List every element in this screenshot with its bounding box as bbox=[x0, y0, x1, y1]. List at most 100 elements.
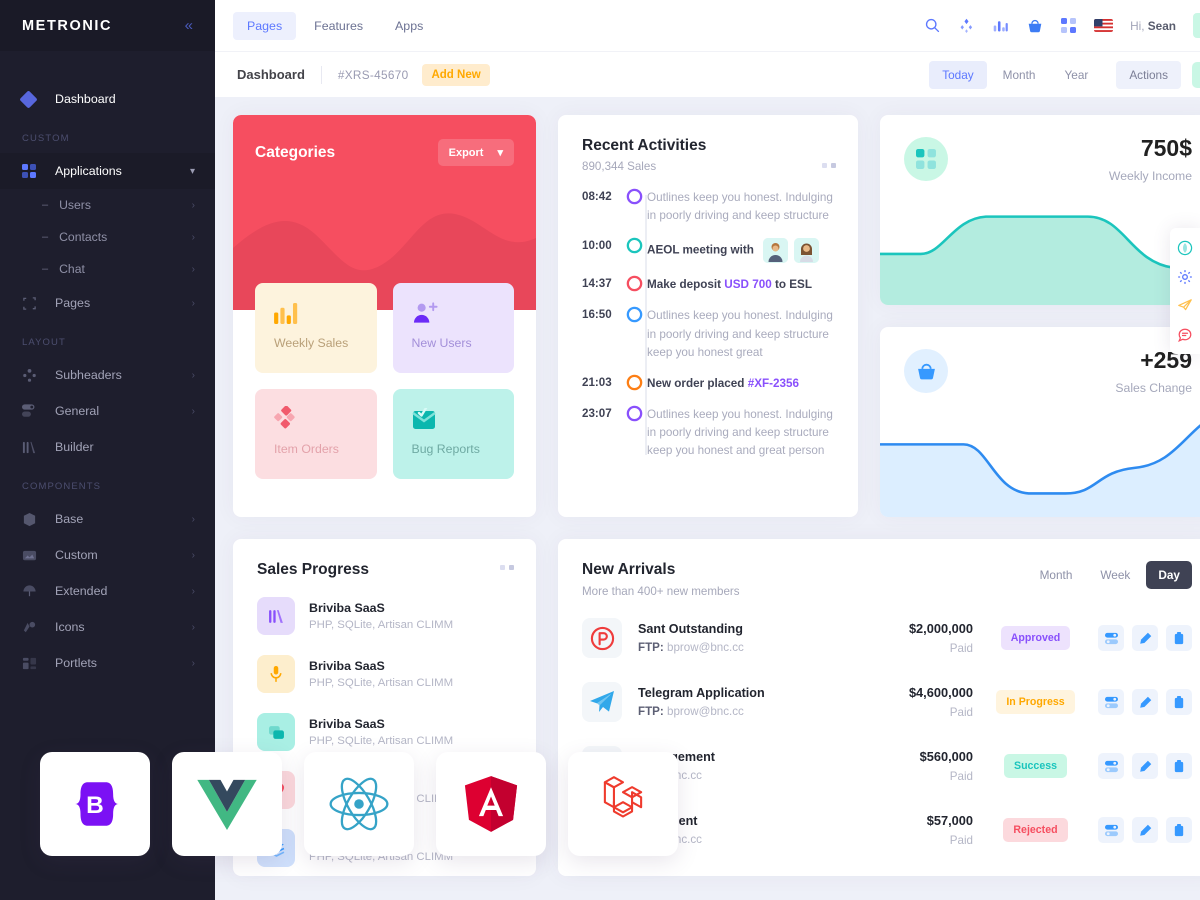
drop-icon[interactable] bbox=[1170, 233, 1200, 262]
edit-icon[interactable] bbox=[1132, 753, 1158, 779]
timeline-dot-wrap bbox=[622, 375, 647, 393]
sidebar-item-portlets[interactable]: Portlets › bbox=[0, 645, 215, 681]
delete-icon[interactable] bbox=[1166, 817, 1192, 843]
tab-features[interactable]: Features bbox=[300, 12, 377, 40]
chevron-right-icon: › bbox=[191, 549, 195, 561]
plus-icon[interactable]: + bbox=[1192, 61, 1200, 88]
edit-icon[interactable] bbox=[1132, 625, 1158, 651]
server-icon[interactable] bbox=[1098, 817, 1124, 843]
sidebar-item-builder[interactable]: Builder bbox=[0, 429, 215, 465]
add-new-button[interactable]: Add New bbox=[422, 63, 490, 86]
filter-month[interactable]: Month bbox=[990, 61, 1049, 89]
sidebar-item-label: Icons bbox=[55, 620, 85, 634]
bar-chart-icon[interactable] bbox=[992, 17, 1009, 34]
list-item[interactable]: Briviba SaaS PHP, SQLite, Artisan CLIMM bbox=[257, 713, 514, 751]
status-badge: Rejected bbox=[1003, 818, 1068, 842]
sidebar-item-custom[interactable]: Custom › bbox=[0, 537, 215, 573]
row-status: Rejected bbox=[973, 818, 1098, 842]
timeline-dot-wrap bbox=[622, 189, 647, 225]
sidebar-item-base[interactable]: Base › bbox=[0, 501, 215, 537]
categories-header: Categories Export ▾ bbox=[233, 115, 536, 166]
table-row[interactable]: Sant Outstanding FTP: bprow@bnc.cc $2,00… bbox=[582, 606, 1192, 670]
server-icon[interactable] bbox=[1098, 689, 1124, 715]
nodes-icon bbox=[22, 366, 42, 384]
send-icon[interactable] bbox=[1170, 291, 1200, 320]
tab-pages[interactable]: Pages bbox=[233, 11, 297, 40]
export-button[interactable]: Export ▾ bbox=[437, 139, 514, 166]
delete-icon[interactable] bbox=[1166, 753, 1192, 779]
chat-icon[interactable] bbox=[1170, 320, 1200, 349]
export-label: Export bbox=[448, 146, 484, 159]
category-tile-new-users[interactable]: New Users bbox=[392, 283, 514, 373]
new-arrivals-heading: New Arrivals More than 400+ new members bbox=[582, 561, 740, 598]
list-item-name: Briviba SaaS bbox=[309, 659, 385, 673]
sidebar-item-subheaders[interactable]: Subheaders › bbox=[0, 357, 215, 393]
telegram-icon bbox=[582, 682, 622, 722]
sidebar-item-extended[interactable]: Extended › bbox=[0, 573, 215, 609]
card-menu-icon[interactable] bbox=[822, 163, 836, 168]
list-item-name: Briviba SaaS bbox=[309, 717, 385, 731]
list-item-text: Briviba SaaS PHP, SQLite, Artisan CLIMM bbox=[309, 717, 453, 747]
row-amount: $2,000,000 Paid bbox=[853, 621, 973, 655]
bar-chart-icon bbox=[274, 300, 377, 324]
actions-button[interactable]: Actions bbox=[1116, 60, 1181, 89]
sidebar-item-general[interactable]: General › bbox=[0, 393, 215, 429]
bootstrap-logo[interactable]: B bbox=[40, 752, 150, 856]
sidebar-item-label: Dashboard bbox=[55, 92, 116, 106]
chat-icon bbox=[257, 713, 295, 751]
sidebar-item-contacts[interactable]: – Contacts › bbox=[0, 221, 215, 253]
filter-today[interactable]: Today bbox=[929, 60, 987, 89]
tab-apps[interactable]: Apps bbox=[381, 12, 437, 40]
timeline-time: 14:37 bbox=[582, 277, 612, 291]
sidebar-item-chat[interactable]: – Chat › bbox=[0, 253, 215, 285]
us-flag-icon[interactable] bbox=[1094, 19, 1114, 32]
grid-icon[interactable] bbox=[1061, 17, 1077, 34]
sidebar-item-dashboard[interactable]: Dashboard bbox=[0, 81, 215, 117]
server-icon[interactable] bbox=[1098, 753, 1124, 779]
toggle-month[interactable]: Month bbox=[1028, 561, 1085, 589]
row-status: In Progress bbox=[973, 690, 1098, 714]
sidebar-item-label: Builder bbox=[55, 440, 94, 454]
filter-year[interactable]: Year bbox=[1051, 61, 1101, 89]
categories-card: Categories Export ▾ Weekly Sales New Use… bbox=[233, 115, 536, 517]
category-tile-bug-reports[interactable]: Bug Reports bbox=[392, 389, 514, 479]
laravel-logo[interactable] bbox=[568, 752, 678, 856]
sales-progress-title: Sales Progress bbox=[257, 561, 370, 578]
sidebar-item-users[interactable]: – Users › bbox=[0, 189, 215, 221]
sidebar-item-pages[interactable]: Pages › bbox=[0, 285, 215, 321]
timeline-item: 08:42 Outlines keep you honest. Indulgin… bbox=[582, 189, 836, 238]
double-chevron-left-icon[interactable]: « bbox=[185, 18, 193, 33]
timeline-text: Outlines keep you honest. Indulging in p… bbox=[647, 191, 833, 223]
dash-icon: – bbox=[42, 199, 49, 211]
shuffle-icon[interactable] bbox=[958, 17, 975, 34]
toggle-day[interactable]: Day bbox=[1146, 561, 1192, 589]
basket-icon[interactable] bbox=[1026, 17, 1044, 35]
table-row[interactable]: Telegram Application FTP: bprow@bnc.cc $… bbox=[582, 670, 1192, 734]
sidebar-item-icons[interactable]: Icons › bbox=[0, 609, 215, 645]
delete-icon[interactable] bbox=[1166, 625, 1192, 651]
avatar[interactable]: S bbox=[1193, 13, 1200, 38]
edit-icon[interactable] bbox=[1132, 689, 1158, 715]
angular-logo[interactable] bbox=[436, 752, 546, 856]
delete-icon[interactable] bbox=[1166, 689, 1192, 715]
category-tile-weekly-sales[interactable]: Weekly Sales bbox=[255, 283, 377, 373]
svg-text:B: B bbox=[86, 792, 104, 819]
gear-icon[interactable] bbox=[1170, 262, 1200, 291]
vue-logo[interactable] bbox=[172, 752, 282, 856]
edit-icon[interactable] bbox=[1132, 817, 1158, 843]
sidebar-item-label: Subheaders bbox=[55, 368, 122, 382]
card-menu-icon[interactable] bbox=[500, 565, 514, 570]
timeline-link[interactable]: #XF-2356 bbox=[748, 377, 799, 390]
list-item[interactable]: Briviba SaaS PHP, SQLite, Artisan CLIMM bbox=[257, 655, 514, 693]
sidebar-item-applications[interactable]: Applications ▾ bbox=[0, 153, 215, 189]
react-logo[interactable] bbox=[304, 752, 414, 856]
activity-timeline: 08:42 Outlines keep you honest. Indulgin… bbox=[582, 189, 836, 473]
server-icon[interactable] bbox=[1098, 625, 1124, 651]
toggle-week[interactable]: Week bbox=[1088, 561, 1142, 589]
category-tile-item-orders[interactable]: Item Orders bbox=[255, 389, 377, 479]
timeline-link[interactable]: USD 700 bbox=[724, 278, 771, 291]
row-actions bbox=[1098, 753, 1192, 779]
search-icon[interactable] bbox=[924, 17, 941, 34]
list-item[interactable]: Briviba SaaS PHP, SQLite, Artisan CLIMM bbox=[257, 597, 514, 635]
row-ftp: FTP: bprow@bnc.cc bbox=[638, 705, 853, 718]
